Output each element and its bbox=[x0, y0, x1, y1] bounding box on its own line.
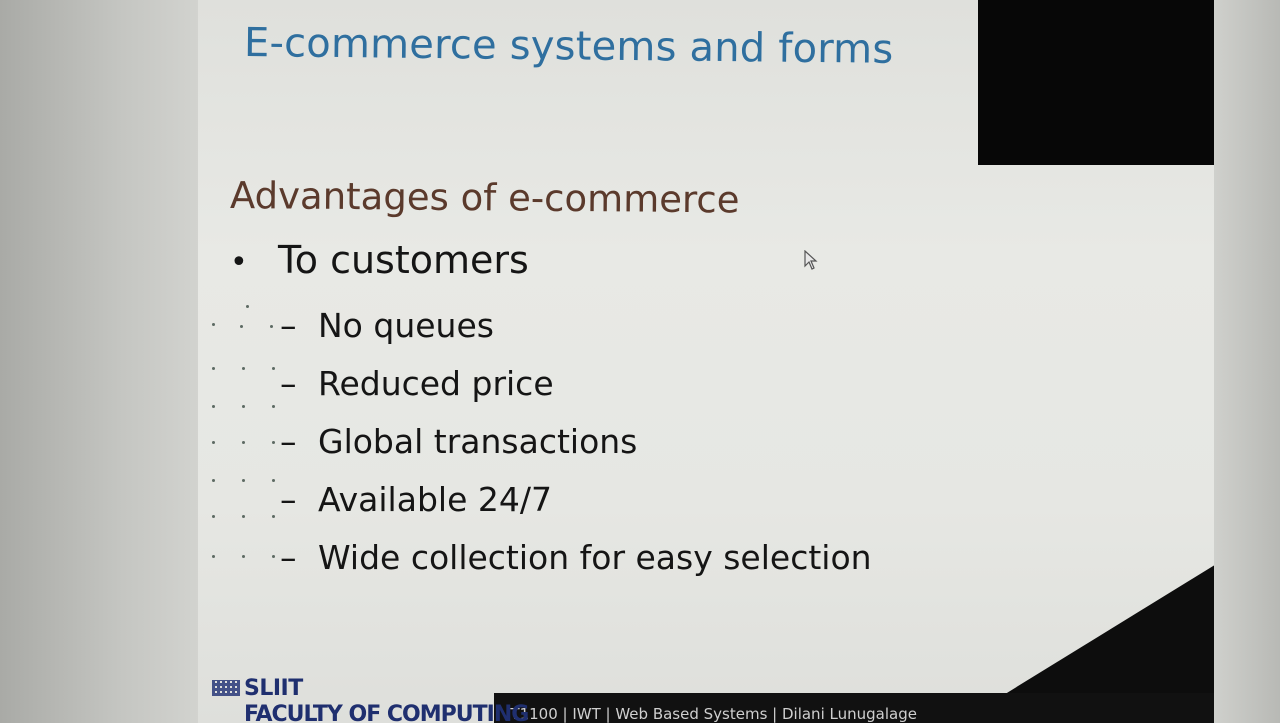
sub-item: – Global transactions bbox=[280, 422, 637, 461]
section-heading: Advantages of e-commerce bbox=[229, 174, 740, 222]
screen-bezel-right bbox=[1214, 0, 1280, 723]
logo-name: SLIIT bbox=[244, 676, 303, 701]
webcam-overlay bbox=[978, 0, 1214, 165]
dash-icon: – bbox=[280, 306, 297, 345]
sub-item-label: Wide collection for easy selection bbox=[318, 538, 872, 577]
sub-item: – Wide collection for easy selection bbox=[280, 538, 872, 577]
sub-item-label: Reduced price bbox=[318, 364, 554, 403]
sub-item-label: No queues bbox=[318, 306, 494, 345]
slide-title: E-commerce systems and forms bbox=[243, 20, 894, 73]
sub-item: – Available 24/7 bbox=[280, 480, 552, 519]
mouse-pointer-icon bbox=[804, 250, 818, 270]
bullet-label: To customers bbox=[278, 238, 529, 282]
sub-item: – No queues bbox=[280, 306, 494, 345]
dash-icon: – bbox=[280, 480, 297, 519]
dash-icon: – bbox=[280, 422, 297, 461]
sub-item: – Reduced price bbox=[280, 364, 554, 403]
bullet-dot-icon: • bbox=[230, 245, 248, 280]
dash-icon: – bbox=[280, 538, 297, 577]
logo-mark bbox=[212, 680, 240, 696]
footer-text: IT1100 | IWT | Web Based Systems | Dilan… bbox=[506, 705, 917, 723]
screen-bezel-left bbox=[0, 0, 205, 723]
dash-icon: – bbox=[280, 364, 297, 403]
logo-subtitle: FACULTY OF COMPUTING bbox=[244, 702, 529, 723]
sub-item-label: Available 24/7 bbox=[318, 480, 552, 519]
sub-item-label: Global transactions bbox=[318, 422, 638, 461]
dotted-pattern bbox=[212, 305, 282, 575]
bullet-item: • To customers bbox=[230, 238, 529, 282]
